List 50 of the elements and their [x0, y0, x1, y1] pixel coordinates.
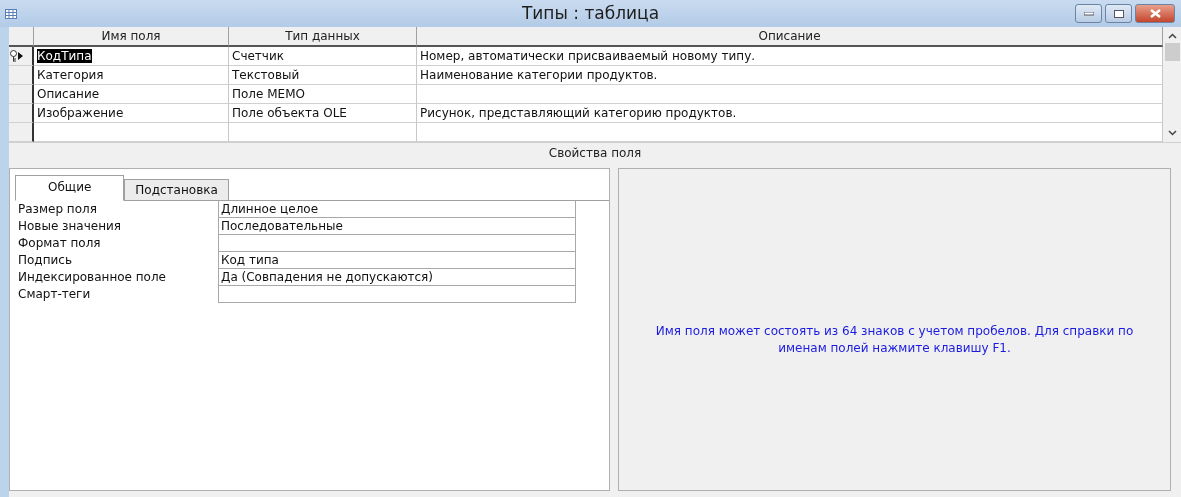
description-cell[interactable]: Номер, автоматически присваиваемый новому типу. [417, 47, 1163, 66]
key-icon [9, 50, 18, 62]
property-label: Индексированное поле [17, 269, 167, 286]
data-type-cell[interactable]: Текстовый [229, 66, 417, 85]
minimize-button[interactable] [1075, 4, 1102, 23]
tab[interactable]: Подстановка [124, 179, 229, 200]
maximize-button[interactable] [1105, 4, 1132, 23]
row-selector[interactable] [9, 104, 34, 123]
property-label: Подпись [17, 252, 73, 269]
field-name-cell[interactable]: КодТипа [34, 47, 229, 66]
close-icon [1149, 9, 1161, 18]
data-type-cell[interactable]: Счетчик [229, 47, 417, 66]
section-title: Свойства поля [547, 145, 643, 162]
row-selector[interactable] [9, 123, 34, 142]
row-selector[interactable] [9, 47, 34, 66]
scroll-down-icon[interactable] [1167, 130, 1177, 136]
data-type-cell[interactable] [229, 123, 417, 142]
column-header[interactable]: Имя поля [34, 27, 229, 47]
close-button[interactable] [1135, 4, 1175, 23]
field-name-cell[interactable]: Описание [34, 85, 229, 104]
tab[interactable]: Общие [15, 175, 125, 201]
field-name-cell[interactable]: Категория [34, 66, 229, 85]
table-icon [5, 8, 17, 19]
data-type-cell[interactable]: Поле объекта OLE [229, 104, 417, 123]
column-header[interactable]: Тип данных [229, 27, 417, 47]
property-value-field[interactable]: Да (Совпадения не допускаются) [218, 269, 576, 286]
property-value-field[interactable]: Последовательные [218, 218, 576, 235]
field-name-cell[interactable] [34, 123, 229, 142]
minimize-icon [1083, 11, 1094, 16]
window-title: Типы : таблица [521, 3, 660, 23]
scroll-up-icon[interactable] [1167, 33, 1177, 39]
help-text: Имя поля может состоять из 64 знаков с учетом пробелов. Для справки по именам полей нажмите клавишу F1. [654, 322, 1135, 357]
row-selector[interactable] [9, 85, 34, 104]
property-value-field[interactable] [218, 286, 576, 303]
row-selector-header [9, 27, 34, 47]
property-label: Размер поля [17, 201, 98, 218]
property-value-field[interactable]: Код типа [218, 252, 576, 269]
row-selector[interactable] [9, 66, 34, 85]
property-value-field[interactable] [218, 235, 576, 252]
property-label: Новые значения [17, 218, 123, 235]
property-label: Формат поля [17, 235, 102, 252]
scrollbar-thumb[interactable] [1164, 43, 1180, 61]
description-cell[interactable]: Рисунок, представляющий категорию продуктов. [417, 104, 1163, 123]
description-cell[interactable]: Наименование категории продуктов. [417, 66, 1163, 85]
column-header[interactable]: Описание [417, 27, 1163, 47]
property-value-field[interactable]: Длинное целое [218, 201, 576, 218]
field-name-cell[interactable]: Изображение [34, 104, 229, 123]
property-label: Смарт-теги [17, 286, 92, 303]
maximize-icon [1113, 9, 1124, 18]
data-type-cell[interactable]: Поле MEMO [229, 85, 417, 104]
